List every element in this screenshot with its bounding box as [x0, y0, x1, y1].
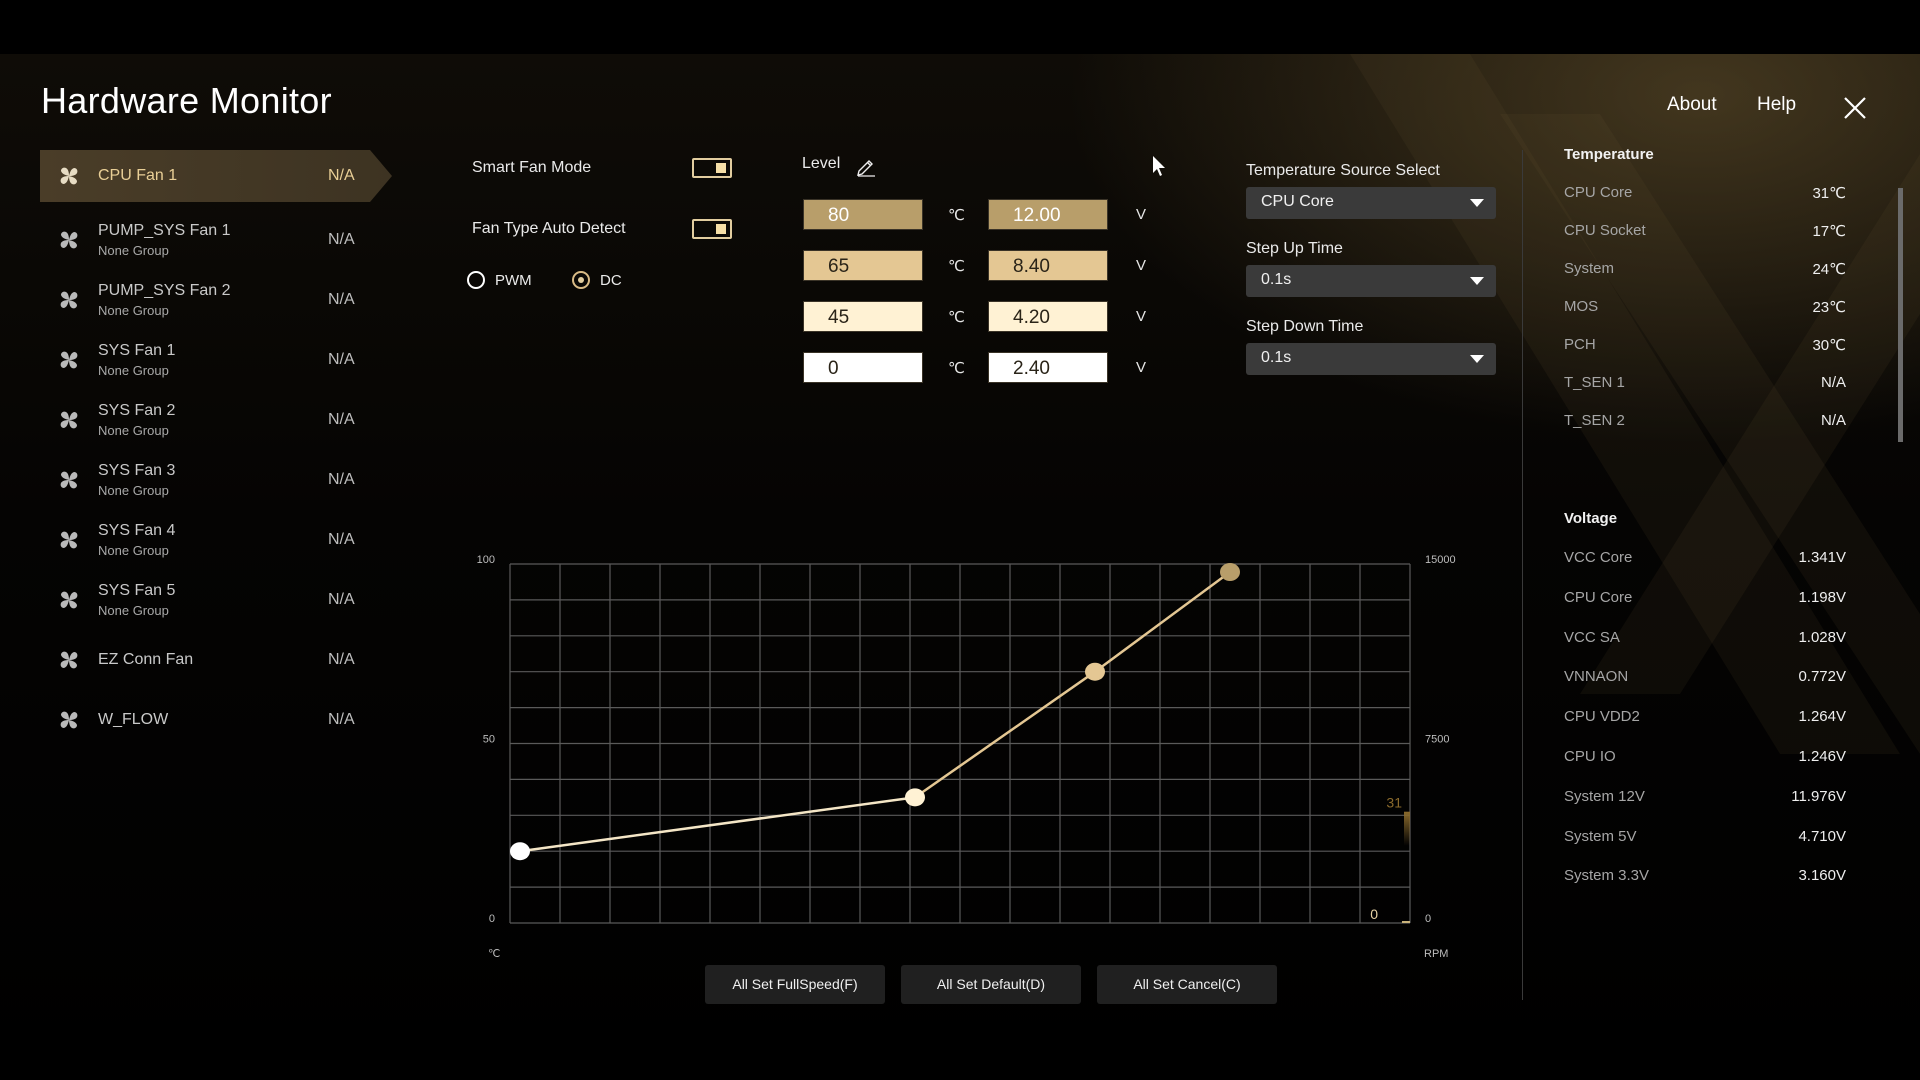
current-temp-indicator	[1404, 811, 1410, 846]
sensor-value: 23℃	[1812, 299, 1846, 316]
current-rpm-label: 0	[1370, 906, 1378, 922]
monitor-row: VCC SA 1.028V	[1564, 629, 1846, 649]
sensor-value: 24℃	[1812, 261, 1846, 278]
fan-curve-chart[interactable]: 100 50 0 15000 7500 0 ℃ RPM 31 0	[0, 54, 1520, 1080]
sensor-name: CPU VDD2	[1564, 708, 1640, 726]
monitor-row: System 5V 4.710V	[1564, 828, 1846, 848]
close-button[interactable]	[1843, 96, 1867, 120]
monitor-scrollbar[interactable]	[1898, 188, 1903, 442]
sensor-value: 0.772V	[1798, 668, 1846, 686]
sensor-name: System	[1564, 260, 1615, 277]
all-set-cancel-button[interactable]: All Set Cancel(C)	[1097, 965, 1277, 1004]
sensor-value: N/A	[1820, 374, 1846, 391]
sensor-name: T_SEN 2	[1564, 412, 1625, 429]
rpm-axis-label: RPM	[1424, 948, 1448, 960]
fan-curve-segment	[519, 796, 916, 853]
all-set-fullspeed-button[interactable]: All Set FullSpeed(F)	[705, 965, 885, 1004]
sensor-value: 1.198V	[1798, 588, 1846, 606]
sensor-name: MOS	[1564, 298, 1599, 315]
current-temp-label: 31	[1386, 795, 1402, 811]
monitor-row: System 24℃	[1564, 260, 1846, 280]
fan-curve-point[interactable]	[510, 842, 530, 861]
panel-divider	[1522, 150, 1523, 1000]
monitor-row: PCH 30℃	[1564, 336, 1846, 356]
left-axis-tick: 50	[483, 734, 495, 746]
about-link[interactable]: About	[1667, 94, 1717, 116]
sensor-name: System 3.3V	[1564, 867, 1650, 885]
sensor-value: 3.160V	[1798, 867, 1846, 885]
sensor-name: CPU IO	[1564, 748, 1616, 765]
sensor-name: System 5V	[1564, 827, 1637, 845]
fan-curve-point[interactable]	[905, 788, 925, 807]
sensor-value: 11.976V	[1791, 787, 1846, 805]
sensor-value: 31℃	[1812, 185, 1846, 202]
monitor-row: CPU Core 31℃	[1564, 184, 1846, 204]
right-axis-tick: 0	[1425, 913, 1431, 925]
monitor-row: CPU Core 1.198V	[1564, 589, 1846, 609]
right-axis-tick: 15000	[1425, 554, 1456, 566]
sensor-value: 1.264V	[1798, 708, 1846, 726]
sensor-name: VCC SA	[1564, 628, 1620, 646]
sensor-name: CPU Socket	[1564, 222, 1646, 239]
screen-top-bar	[0, 0, 1920, 54]
monitor-row: CPU Socket 17℃	[1564, 222, 1846, 242]
sensor-name: CPU Core	[1564, 184, 1633, 201]
sensor-name: VCC Core	[1564, 549, 1633, 566]
monitor-row: T_SEN 2 N/A	[1564, 412, 1846, 432]
monitor-row: System 3.3V 3.160V	[1564, 867, 1846, 887]
sensor-name: T_SEN 1	[1564, 374, 1625, 391]
sensor-name: System 12V	[1564, 787, 1645, 805]
sensor-name: VNNAON	[1564, 668, 1629, 686]
help-link[interactable]: Help	[1757, 94, 1796, 116]
fan-curve-point[interactable]	[1085, 662, 1105, 681]
sensor-value: 30℃	[1812, 337, 1846, 354]
temperature-section-title: Temperature	[1564, 146, 1654, 163]
sensor-value: 4.710V	[1798, 827, 1846, 845]
all-set-default-button[interactable]: All Set Default(D)	[901, 965, 1081, 1004]
monitor-row: CPU IO 1.246V	[1564, 748, 1846, 768]
sensor-value: 1.028V	[1798, 628, 1846, 646]
close-icon	[1844, 97, 1866, 119]
sensor-value: N/A	[1820, 412, 1846, 429]
left-axis-tick: 100	[477, 554, 495, 566]
monitor-row: T_SEN 1 N/A	[1564, 374, 1846, 394]
x-axis-unit-label: ℃	[488, 948, 500, 960]
fan-curve-point[interactable]	[1220, 563, 1240, 581]
sensor-value: 1.246V	[1798, 748, 1846, 765]
right-axis-tick: 7500	[1425, 734, 1449, 746]
monitor-row: CPU VDD2 1.264V	[1564, 708, 1846, 728]
hardware-monitor-window: Hardware Monitor About Help CPU Fan 1 N/A…	[0, 54, 1920, 1080]
left-axis-tick: 0	[489, 913, 495, 925]
monitor-row: MOS 23℃	[1564, 298, 1846, 318]
sensor-name: CPU Core	[1564, 588, 1633, 606]
monitor-row: VNNAON 0.772V	[1564, 668, 1846, 688]
voltage-section-title: Voltage	[1564, 510, 1618, 527]
monitor-row: VCC Core 1.341V	[1564, 549, 1846, 569]
monitor-row: System 12V 11.976V	[1564, 788, 1846, 808]
sensor-value: 17℃	[1812, 223, 1846, 240]
fan-curve-segment	[914, 670, 1096, 799]
sensor-name: PCH	[1564, 336, 1596, 353]
sensor-value: 1.341V	[1798, 549, 1846, 566]
